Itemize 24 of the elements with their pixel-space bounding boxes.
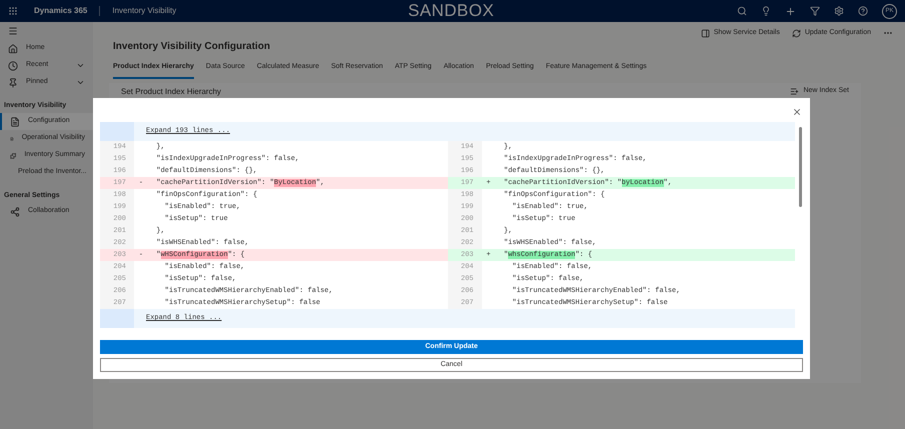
pin-icon — [8, 78, 18, 88]
plus-icon[interactable] — [785, 6, 796, 16]
product-name: Dynamics 365 — [34, 5, 88, 17]
list-icon — [790, 87, 800, 96]
lightbulb-icon[interactable] — [761, 6, 771, 16]
home-icon — [8, 44, 18, 54]
share-icon — [10, 206, 20, 216]
menu-icon[interactable] — [8, 26, 18, 36]
filter-icon[interactable] — [810, 6, 820, 16]
card-title: Set Product Index Hierarchy — [121, 86, 222, 96]
app-name: Inventory Visibility — [112, 5, 176, 17]
page-title: Inventory Visibility Configuration — [113, 40, 272, 54]
close-icon[interactable] — [792, 107, 802, 117]
clock-icon — [8, 60, 18, 70]
refresh-icon — [792, 28, 801, 38]
settings-icon[interactable] — [834, 6, 844, 16]
document-icon — [10, 116, 20, 126]
app-launcher-icon[interactable] — [8, 6, 18, 16]
panel-icon — [700, 28, 710, 38]
environment-label: SANDBOX — [408, 0, 494, 22]
scrollbar[interactable] — [799, 127, 802, 207]
help-icon[interactable] — [858, 6, 868, 16]
search-icon[interactable] — [737, 6, 747, 16]
puzzle-icon — [10, 150, 16, 160]
